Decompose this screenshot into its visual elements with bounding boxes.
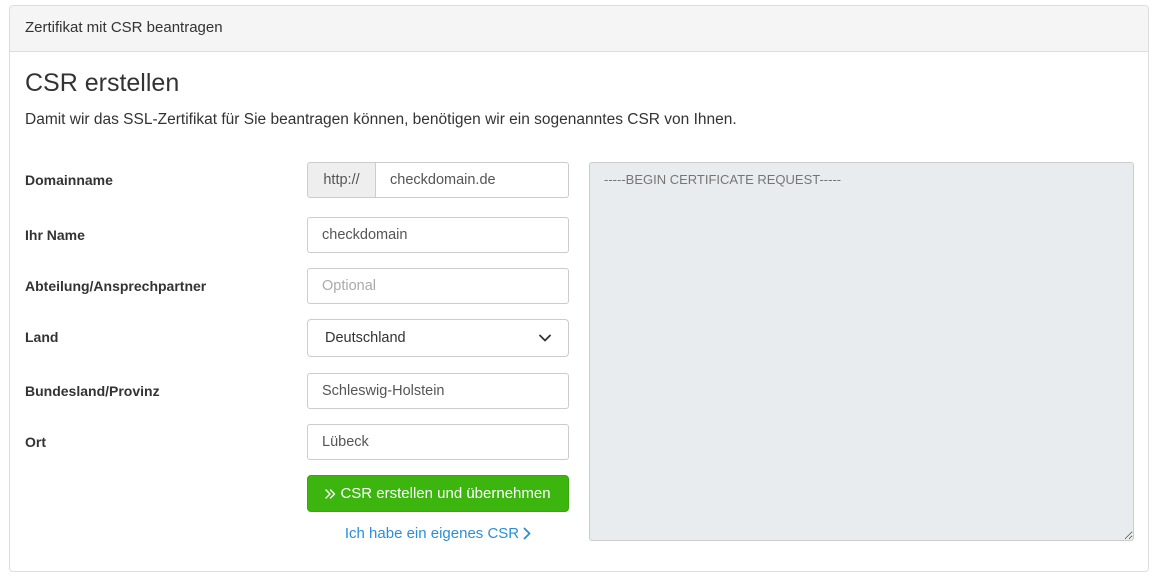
city-input[interactable] xyxy=(307,424,569,460)
name-input[interactable] xyxy=(307,217,569,253)
domain-input-group: http:// xyxy=(307,162,569,198)
chevron-right-icon xyxy=(523,527,531,540)
department-label: Abteilung/Ansprechpartner xyxy=(25,278,207,294)
city-label: Ort xyxy=(25,434,46,450)
name-label: Ihr Name xyxy=(25,227,85,243)
own-csr-link[interactable]: Ich habe ein eigenes CSR xyxy=(307,525,569,542)
own-csr-link-label: Ich habe ein eigenes CSR xyxy=(344,525,520,542)
department-input[interactable] xyxy=(307,268,569,304)
domain-input[interactable] xyxy=(376,162,569,198)
csr-textarea[interactable] xyxy=(589,162,1134,541)
chevron-down-icon xyxy=(539,334,551,342)
country-select[interactable]: Deutschland xyxy=(307,319,569,357)
panel-heading: Zertifikat mit CSR beantragen xyxy=(10,6,1148,52)
country-selected-value: Deutschland xyxy=(325,330,406,346)
country-label: Land xyxy=(25,329,59,345)
csr-panel: Zertifikat mit CSR beantragen CSR erstel… xyxy=(9,5,1149,572)
protocol-addon: http:// xyxy=(307,162,376,198)
state-input[interactable] xyxy=(307,373,569,409)
create-csr-button[interactable]: CSR erstellen und übernehmen xyxy=(307,475,569,512)
page-title: CSR erstellen xyxy=(25,69,180,97)
state-label: Bundesland/Provinz xyxy=(25,383,160,399)
double-chevron-right-icon xyxy=(325,488,336,499)
create-csr-button-label: CSR erstellen und übernehmen xyxy=(340,485,551,502)
page-description: Damit wir das SSL-Zertifikat für Sie bea… xyxy=(25,111,737,128)
domain-label: Domainname xyxy=(25,172,113,188)
